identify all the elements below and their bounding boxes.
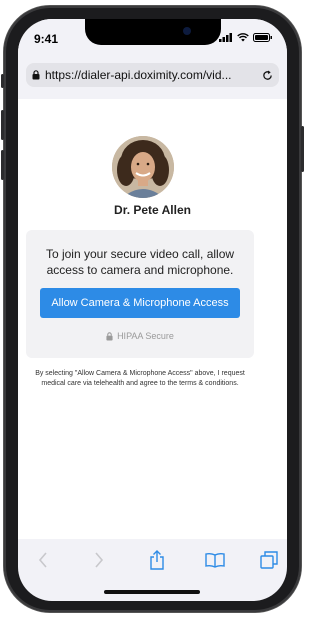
bookmarks-icon xyxy=(205,552,225,568)
hipaa-secure-label: HIPAA Secure xyxy=(26,331,254,341)
lock-icon xyxy=(106,331,113,340)
share-button[interactable] xyxy=(146,549,168,571)
consent-text: By selecting "Allow Camera & Microphone … xyxy=(35,370,245,387)
chevron-right-icon xyxy=(95,552,104,568)
browser-toolbar xyxy=(18,539,287,601)
share-icon xyxy=(150,550,164,570)
chevron-left-icon xyxy=(38,552,47,568)
home-indicator xyxy=(104,590,200,594)
permission-card: To join your secure video call, allow ac… xyxy=(26,230,254,358)
allow-camera-microphone-button[interactable]: Allow Camera & Microphone Access xyxy=(40,288,240,318)
tabs-button[interactable] xyxy=(258,549,280,571)
front-camera xyxy=(183,27,191,35)
back-button[interactable] xyxy=(32,549,54,571)
doctor-avatar xyxy=(112,136,174,198)
tabs-icon xyxy=(260,551,278,569)
permission-message: To join your secure video call, allow ac… xyxy=(45,247,235,277)
doctor-name: Dr. Pete Allen xyxy=(114,203,191,217)
page-content: Dr. Pete Allen To join your secure video… xyxy=(0,0,305,617)
hipaa-secure-text: HIPAA Secure xyxy=(117,331,174,341)
forward-button[interactable] xyxy=(88,549,110,571)
notch xyxy=(85,19,221,45)
bookmarks-button[interactable] xyxy=(204,549,226,571)
